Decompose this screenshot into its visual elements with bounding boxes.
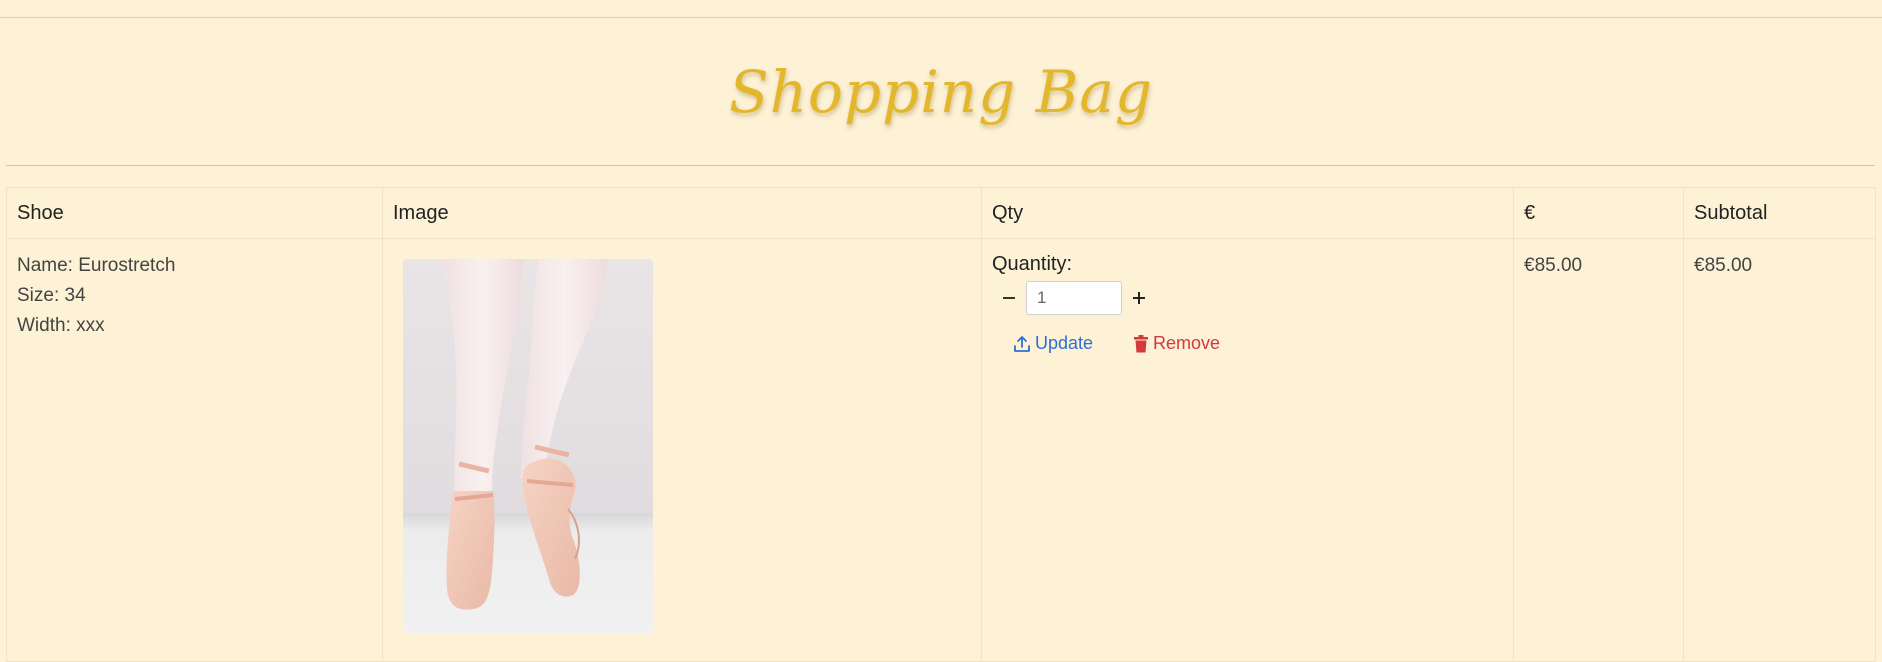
update-link[interactable]: Update [1013,333,1093,354]
quantity-input[interactable] [1026,281,1122,315]
minus-icon [1003,297,1015,299]
table-header-row: Shoe Image Qty € Subtotal [6,187,1876,239]
quantity-stepper [992,279,1503,317]
trash-icon [1134,334,1149,352]
subtotal-cell: €85.00 [1683,238,1876,662]
shoe-info-cell: Name: Eurostretch Size: 34 Width: xxx [6,238,383,662]
quantity-cell: Quantity: Upd [981,238,1514,662]
title-divider [6,165,1875,166]
header-shoe: Shoe [6,187,383,239]
plus-icon [1133,292,1145,304]
upload-icon [1014,335,1030,352]
header-image: Image [382,187,982,239]
header-price: € [1513,187,1684,239]
header-qty: Qty [981,187,1514,239]
shoe-size: Size: 34 [17,285,86,306]
price-cell: €85.00 [1513,238,1684,662]
decrement-button[interactable] [992,279,1026,317]
shopping-bag-table: Shoe Image Qty € Subtotal Name: Eurostre… [6,187,1876,662]
update-label: Update [1035,333,1094,353]
item-price: €85.00 [1524,255,1583,276]
shoe-image-cell [382,238,982,662]
table-row: Name: Eurostretch Size: 34 Width: xxx Qu… [6,238,1876,662]
quantity-label: Quantity: [992,253,1073,275]
shoe-name: Name: Eurostretch [17,255,176,276]
increment-button[interactable] [1122,279,1156,317]
ballet-pointe-shoes-image [403,259,653,633]
item-actions: Update Remove [1013,333,1503,354]
header-subtotal: Subtotal [1683,187,1876,239]
remove-link[interactable]: Remove [1133,333,1220,354]
shoe-width: Width: xxx [17,315,105,336]
top-divider [0,17,1882,18]
item-subtotal: €85.00 [1694,255,1753,276]
page-title: Shopping Bag [728,58,1154,126]
remove-label: Remove [1153,333,1221,353]
